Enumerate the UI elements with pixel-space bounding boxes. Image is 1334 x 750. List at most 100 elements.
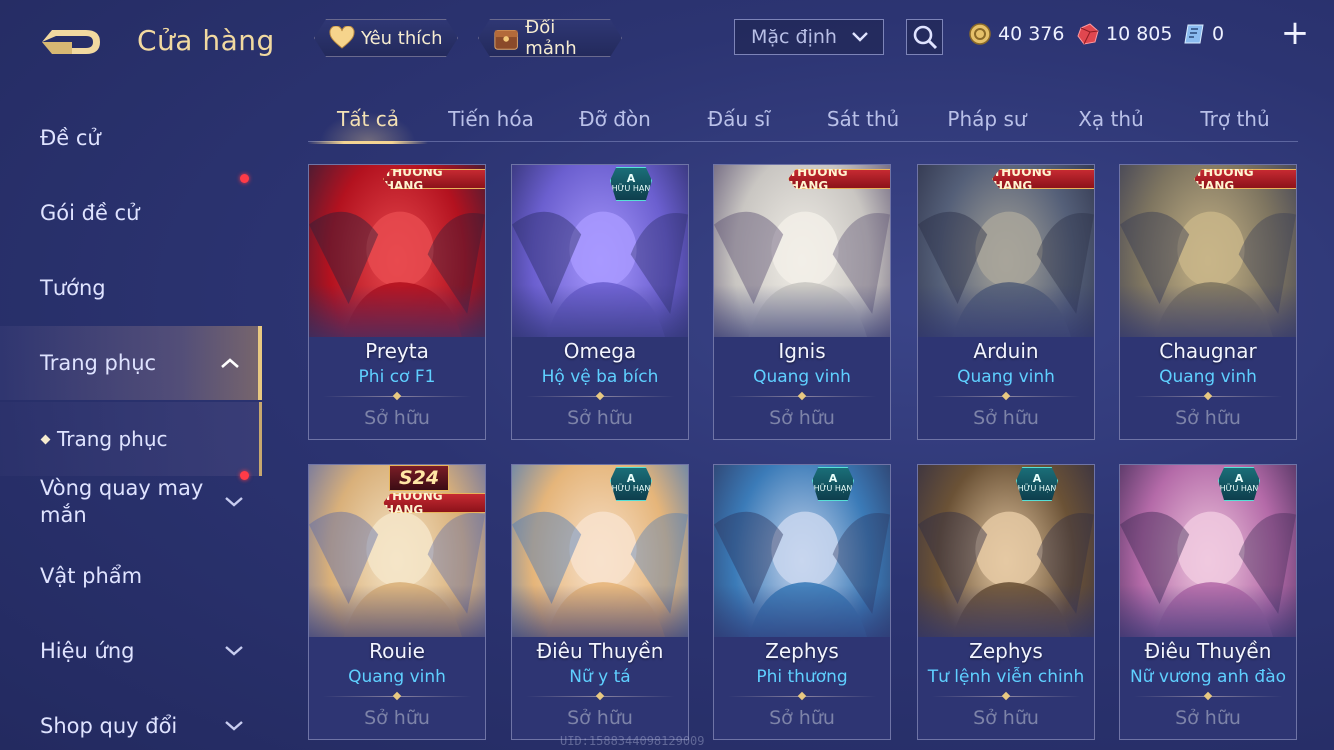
chevron-down-icon [852, 32, 868, 42]
skin-card[interactable]: THƯỞNG HẠNG Arduin Quang vinh Sở hữu [917, 164, 1095, 440]
plus-icon: + [1280, 13, 1310, 53]
skin-name: Tư lệnh viễn chinh [927, 667, 1085, 687]
skin-name: Quang vinh [957, 367, 1055, 387]
chevron-up-icon [221, 358, 239, 368]
season-badge: S24 [389, 465, 449, 491]
favorites-button[interactable]: Yêu thích [314, 19, 458, 57]
add-currency-button[interactable]: + [1280, 16, 1310, 52]
hero-name: Điêu Thuyền [1144, 639, 1272, 663]
sidebar-item-label: Shop quy đổi [40, 714, 178, 738]
owned-label: Sở hữu [973, 707, 1039, 729]
skin-card[interactable]: THƯỞNG HẠNG Preyta Phi cơ F1 Sở hữu [308, 164, 486, 440]
page-title: Cửa hàng [137, 24, 275, 57]
tab-support[interactable]: Trợ thủ [1176, 96, 1294, 142]
owned-label: Sở hữu [769, 407, 835, 429]
owned-label: Sở hữu [1175, 407, 1241, 429]
tab-fighter[interactable]: Đấu sĩ [680, 96, 798, 142]
skin-card[interactable]: S24 THƯỞNG HẠNG Rouie Quang vinh Sở hữu [308, 464, 486, 740]
gem-balance: 10 805 [1076, 22, 1172, 46]
skin-card[interactable]: A HỮU HẠN Điêu Thuyền Nữ y tá Sở hữu [511, 464, 689, 740]
tab-marksman[interactable]: Xạ thủ [1052, 96, 1170, 142]
ruby-gem-icon [1077, 23, 1099, 45]
skin-name: Phi thương [756, 667, 848, 687]
favorites-label: Yêu thích [361, 27, 443, 49]
limited-grade: A [626, 172, 636, 185]
limited-grade: A [626, 472, 636, 485]
skin-name: Hộ vệ ba bích [541, 367, 659, 387]
tab-mage[interactable]: Pháp sư [928, 96, 1046, 142]
skin-card[interactable]: A HỮU HẠN Điêu Thuyền Nữ vương anh đào S… [1119, 464, 1297, 740]
owned-label: Sở hữu [769, 707, 835, 729]
sidebar-item-label: Trang phục [40, 351, 157, 375]
search-button[interactable] [906, 19, 943, 55]
voucher-balance: 0 [1182, 22, 1224, 46]
hero-name: Rouie [369, 639, 425, 663]
sidebar-item-label: Vật phẩm [40, 564, 143, 588]
sidebar-item-label: Tướng [40, 276, 106, 300]
limited-label: HỮU HẠN [1017, 484, 1057, 493]
heart-icon [329, 26, 355, 50]
sort-value: Mặc định [751, 26, 837, 48]
owned-label: Sở hữu [1175, 707, 1241, 729]
uid-watermark: UID:1588344098129009 [560, 734, 705, 748]
skin-card[interactable]: A HỮU HẠN Omega Hộ vệ ba bích Sở hữu [511, 164, 689, 440]
sidebar-item-label: Trang phục [57, 427, 168, 451]
sidebar-item-effects[interactable]: Hiệu ứng [0, 614, 262, 688]
sidebar-item-recommended-packs[interactable]: Gói đề cử [0, 174, 262, 250]
exchange-shards-label: Đổi mảnh [525, 17, 577, 59]
skin-card[interactable]: THƯỞNG HẠNG Chaugnar Quang vinh Sở hữu [1119, 164, 1297, 440]
limited-label: HỮU HẠN [611, 184, 651, 193]
divider [323, 696, 471, 697]
gem-amount: 10 805 [1106, 23, 1173, 45]
limited-badge: A HỮU HẠN [610, 167, 652, 201]
limited-label: HỮU HẠN [611, 484, 651, 493]
sidebar: Đề cử Gói đề cử Tướng Trang phục Trang p… [0, 92, 262, 750]
limited-badge: A HỮU HẠN [812, 467, 854, 501]
sidebar-item-label: Vòng quay may mắn [40, 476, 204, 527]
limited-badge: A HỮU HẠN [1218, 467, 1260, 501]
back-button[interactable] [38, 22, 108, 62]
hero-name: Zephys [765, 639, 839, 663]
sort-dropdown[interactable]: Mặc định [734, 19, 884, 55]
voucher-amount: 0 [1212, 23, 1225, 45]
sidebar-item-items[interactable]: Vật phẩm [0, 539, 262, 613]
sidebar-item-heroes[interactable]: Tướng [0, 251, 262, 325]
skin-card[interactable]: A HỮU HẠN Zephys Phi thương Sở hữu [713, 464, 891, 740]
divider [728, 696, 876, 697]
tab-tank[interactable]: Đỡ đòn [556, 96, 674, 142]
category-tabs: Tất cả Tiến hóa Đỡ đòn Đấu sĩ Sát thủ Ph… [308, 96, 1298, 144]
hero-name: Preyta [365, 339, 429, 363]
bullet-icon [40, 434, 51, 444]
sidebar-item-lucky-wheel[interactable]: Vòng quay may mắn [0, 465, 262, 539]
owned-label: Sở hữu [364, 407, 430, 429]
skin-name: Nữ vương anh đào [1129, 667, 1287, 687]
skin-card[interactable]: A HỮU HẠN Zephys Tư lệnh viễn chinh Sở h… [917, 464, 1095, 740]
limited-grade: A [1032, 472, 1042, 485]
tab-evolution[interactable]: Tiến hóa [432, 96, 550, 142]
hero-name: Điêu Thuyền [536, 639, 664, 663]
divider [1134, 696, 1282, 697]
gold-balance: 40 376 [968, 22, 1064, 46]
tab-assassin[interactable]: Sát thủ [804, 96, 922, 142]
hero-name: Arduin [973, 339, 1039, 363]
divider [1134, 396, 1282, 397]
sidebar-item-exchange-shop[interactable]: Shop quy đổi [0, 689, 262, 750]
sidebar-item-recommended[interactable]: Đề cử [0, 101, 262, 175]
rank-reward-badge: THƯỞNG HẠNG [992, 169, 1094, 189]
divider [932, 696, 1080, 697]
notification-dot [240, 174, 249, 183]
skin-card[interactable]: THƯỞNG HẠNG Ignis Quang vinh Sở hữu [713, 164, 891, 440]
sidebar-item-skins[interactable]: Trang phục [0, 326, 262, 400]
owned-label: Sở hữu [567, 707, 633, 729]
limited-label: HỮU HẠN [813, 484, 853, 493]
owned-label: Sở hữu [567, 407, 633, 429]
rank-reward-badge: THƯỞNG HẠNG [383, 169, 485, 189]
skin-grid: THƯỞNG HẠNG Preyta Phi cơ F1 Sở hữu A HỮ… [308, 164, 1298, 750]
exchange-shards-button[interactable]: Đổi mảnh [478, 19, 622, 57]
limited-label: HỮU HẠN [1219, 484, 1259, 493]
voucher-icon [1184, 24, 1204, 44]
divider [526, 696, 674, 697]
rank-reward-badge: THƯỞNG HẠNG [1194, 169, 1296, 189]
divider [932, 396, 1080, 397]
tab-all[interactable]: Tất cả [308, 96, 428, 144]
